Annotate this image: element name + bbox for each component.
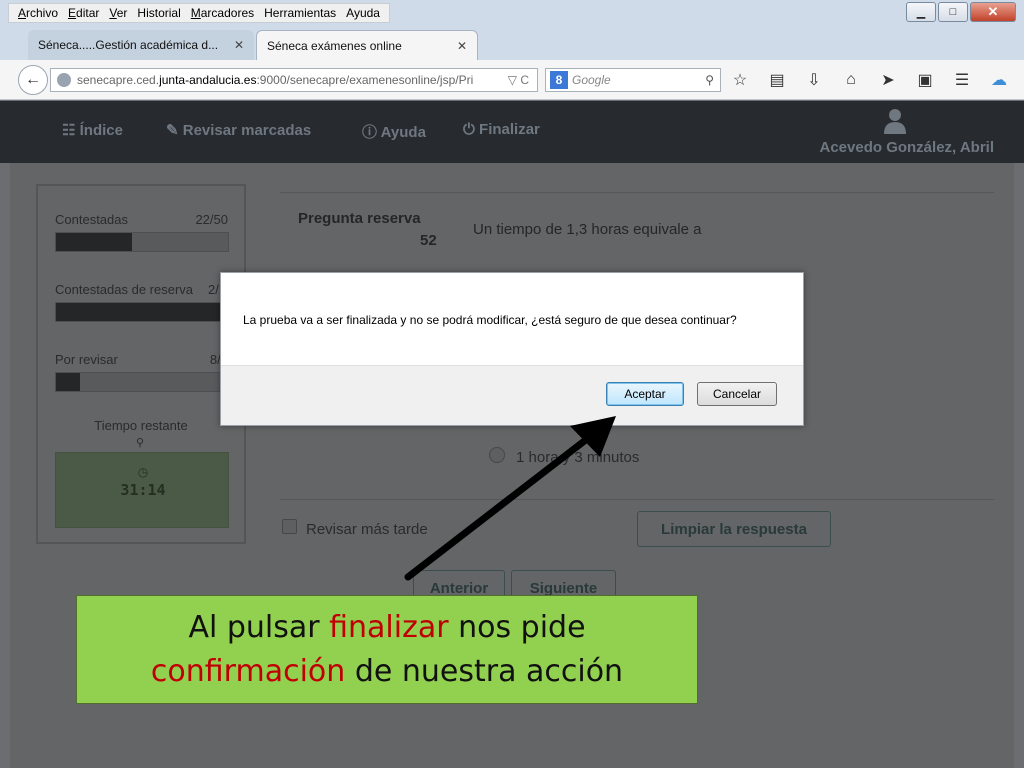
navigation-bar: ← senecapre.ced.junta-andalucia.es:9000/…: [0, 60, 1024, 100]
tab-label: Séneca.....Gestión académica d...: [38, 38, 219, 52]
callout-line-1: Al pulsar finalizar nos pide: [188, 610, 586, 645]
contestadas-label: Contestadas: [55, 212, 128, 227]
reserva-progress: [55, 302, 229, 322]
progress-panel: Contestadas 22/50 Contestadas de reserva…: [36, 184, 246, 544]
screenshot-icon[interactable]: ▣: [915, 70, 935, 90]
close-tab-icon[interactable]: ✕: [457, 39, 467, 53]
toolbar-icons: ☆ ▤ ⇩ ⌂ ➤ ▣ ☰ ☁: [730, 70, 1009, 90]
cloud-icon[interactable]: ☁: [989, 70, 1009, 90]
info-icon: ⓘ: [362, 124, 378, 141]
highlight-finalizar: finalizar: [329, 610, 449, 645]
star-icon[interactable]: ☆: [730, 70, 750, 90]
timer-label: Tiempo restante: [94, 418, 188, 433]
question-heading: Pregunta reserva: [298, 210, 421, 227]
menu-editar[interactable]: Editar: [68, 6, 99, 20]
timer-value: 31:14: [120, 481, 166, 499]
url-text: senecapre.ced.junta-andalucia.es:9000/se…: [77, 73, 474, 87]
menu-icon[interactable]: ☰: [952, 70, 972, 90]
contestadas-fill: [56, 233, 132, 251]
contestadas-progress: [55, 232, 229, 252]
contestadas-count: 22/50: [195, 212, 228, 227]
search-icon[interactable]: ⚲: [705, 73, 714, 87]
revisar-label: Por revisar: [55, 352, 118, 367]
close-tab-icon[interactable]: ✕: [234, 38, 244, 52]
highlight-confirmacion: confirmación: [150, 654, 346, 689]
option-label: 1 hora y 3 minutos: [516, 449, 640, 466]
divider: [280, 192, 994, 193]
menu-ver[interactable]: Ver: [109, 6, 127, 20]
tab-seneca-gestion[interactable]: Séneca.....Gestión académica d... ✕: [28, 30, 254, 60]
zoom-icon[interactable]: ⚲: [136, 436, 144, 449]
home-icon[interactable]: ⌂: [841, 70, 861, 90]
dialog-message: La prueba va a ser finalizada y no se po…: [243, 313, 737, 327]
nav-ayuda[interactable]: ⓘ Ayuda: [362, 121, 426, 142]
menu-ayuda[interactable]: Ayuda: [346, 6, 380, 20]
close-window-button[interactable]: ✕: [970, 2, 1016, 22]
menu-bar: Archivo Editar Ver Historial Marcadores …: [0, 0, 1024, 26]
clock-icon: ◷: [137, 465, 149, 479]
back-button[interactable]: ←: [18, 65, 48, 95]
maximize-button[interactable]: □: [938, 2, 968, 22]
timer-box: ◷ 31:14: [55, 452, 229, 528]
reload-icon[interactable]: ▽ C: [500, 73, 537, 87]
question-text: Un tiempo de 1,3 horas equivale a: [473, 221, 702, 238]
pencil-icon: ✎: [166, 122, 179, 139]
user-icon: [884, 109, 906, 134]
minimize-button[interactable]: ▁: [906, 2, 936, 22]
tab-label: Séneca exámenes online: [267, 38, 402, 53]
globe-icon: [57, 73, 71, 87]
review-later-label: Revisar más tarde: [306, 521, 428, 538]
reserva-fill: [56, 303, 228, 321]
reserva-label: Contestadas de reserva: [55, 282, 194, 297]
menu-items: Archivo Editar Ver Historial Marcadores …: [8, 3, 390, 23]
back-arrow-icon: ←: [25, 71, 41, 88]
dialog-footer: Aceptar Cancelar: [221, 365, 803, 425]
revisar-fill: [56, 373, 81, 391]
review-later-checkbox[interactable]: [282, 519, 297, 534]
google-icon: 8: [550, 71, 568, 89]
download-icon[interactable]: ⇩: [804, 70, 824, 90]
window-controls: ▁ □ ✕: [906, 2, 1016, 22]
reserva-count: 2/: [208, 282, 219, 297]
accept-button[interactable]: Aceptar: [606, 382, 684, 406]
revisar-progress: [55, 372, 229, 392]
menu-herramientas[interactable]: Herramientas: [264, 6, 336, 20]
send-icon[interactable]: ➤: [878, 70, 898, 90]
clear-answer-button[interactable]: Limpiar la respuesta: [637, 511, 831, 547]
menu-marcadores[interactable]: Marcadores: [191, 6, 254, 20]
menu-archivo[interactable]: Archivo: [18, 6, 58, 20]
confirm-dialog: La prueba va a ser finalizada y no se po…: [220, 272, 804, 426]
callout-line-2: confirmación de nuestra acción: [150, 654, 624, 689]
search-placeholder: Google: [572, 73, 611, 87]
user-name: Acevedo González, Abril: [819, 139, 995, 156]
menu-historial[interactable]: Historial: [137, 6, 180, 20]
divider: [280, 499, 994, 500]
search-input[interactable]: 8 Google ⚲: [545, 68, 721, 92]
tab-bar: Séneca.....Gestión académica d... ✕ Séne…: [0, 26, 1024, 78]
power-icon: ⏻: [463, 121, 475, 138]
question-number: 52: [420, 232, 437, 249]
tab-seneca-examenes[interactable]: Séneca exámenes online ✕: [256, 30, 478, 60]
nav-finalizar[interactable]: ⏻ Finalizar: [463, 121, 540, 138]
cancel-button[interactable]: Cancelar: [697, 382, 777, 406]
nav-revisar-marcadas[interactable]: ✎ Revisar marcadas: [166, 121, 311, 139]
option-radio[interactable]: [489, 447, 505, 463]
address-bar[interactable]: senecapre.ced.junta-andalucia.es:9000/se…: [50, 68, 538, 92]
nav-indice[interactable]: ☷ Índice: [62, 121, 123, 139]
sitemap-icon: ☷: [62, 122, 76, 139]
reading-list-icon[interactable]: ▤: [767, 70, 787, 90]
annotation-callout: Al pulsar finalizar nos pide confirmació…: [76, 595, 698, 704]
